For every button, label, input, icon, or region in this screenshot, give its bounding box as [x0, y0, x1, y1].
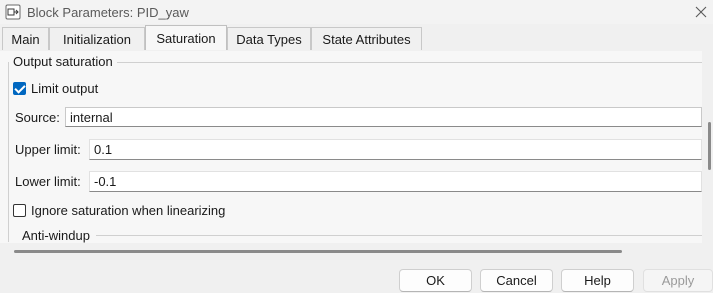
anti-windup-divider — [96, 235, 702, 236]
tab-label: Main — [11, 31, 40, 47]
vertical-scrollbar-thumb[interactable] — [708, 122, 711, 170]
limit-output-label: Limit output — [31, 81, 99, 96]
tab-saturation[interactable]: Saturation — [145, 25, 227, 50]
tab-label: Data Types — [236, 31, 302, 47]
tab-data-types[interactable]: Data Types — [227, 27, 311, 50]
close-button[interactable] — [690, 2, 712, 22]
upper-limit-label: Upper limit: — [15, 142, 81, 157]
tab-initialization[interactable]: Initialization — [49, 27, 145, 50]
tab-label: State Attributes — [322, 31, 411, 47]
source-value: internal — [70, 110, 113, 125]
group-border — [8, 62, 9, 242]
tab-main[interactable]: Main — [2, 27, 49, 50]
anti-windup-title: Anti-windup — [22, 228, 90, 243]
horizontal-scrollbar-thumb[interactable] — [14, 250, 622, 253]
cancel-button[interactable]: Cancel — [480, 269, 553, 292]
output-saturation-title: Output saturation — [13, 54, 113, 69]
source-dropdown[interactable]: internal — [65, 107, 702, 127]
lower-limit-input[interactable] — [89, 171, 702, 192]
limit-output-checkbox[interactable] — [13, 82, 26, 95]
tab-label: Initialization — [63, 31, 131, 47]
help-button[interactable]: Help — [561, 269, 634, 292]
ignore-saturation-checkbox[interactable] — [13, 204, 26, 217]
close-icon — [695, 6, 707, 18]
apply-button[interactable]: Apply — [643, 269, 713, 292]
tab-label: Saturation — [156, 30, 216, 46]
lower-limit-label: Lower limit: — [15, 174, 81, 189]
upper-limit-input[interactable] — [89, 139, 702, 160]
ignore-saturation-label: Ignore saturation when linearizing — [31, 203, 226, 218]
window-title: Block Parameters: PID_yaw — [27, 5, 189, 20]
group-divider — [117, 62, 702, 63]
tab-state-attributes[interactable]: State Attributes — [311, 27, 422, 50]
block-parameters-icon — [5, 4, 21, 20]
ok-button[interactable]: OK — [399, 269, 472, 292]
source-label: Source: — [15, 110, 60, 125]
